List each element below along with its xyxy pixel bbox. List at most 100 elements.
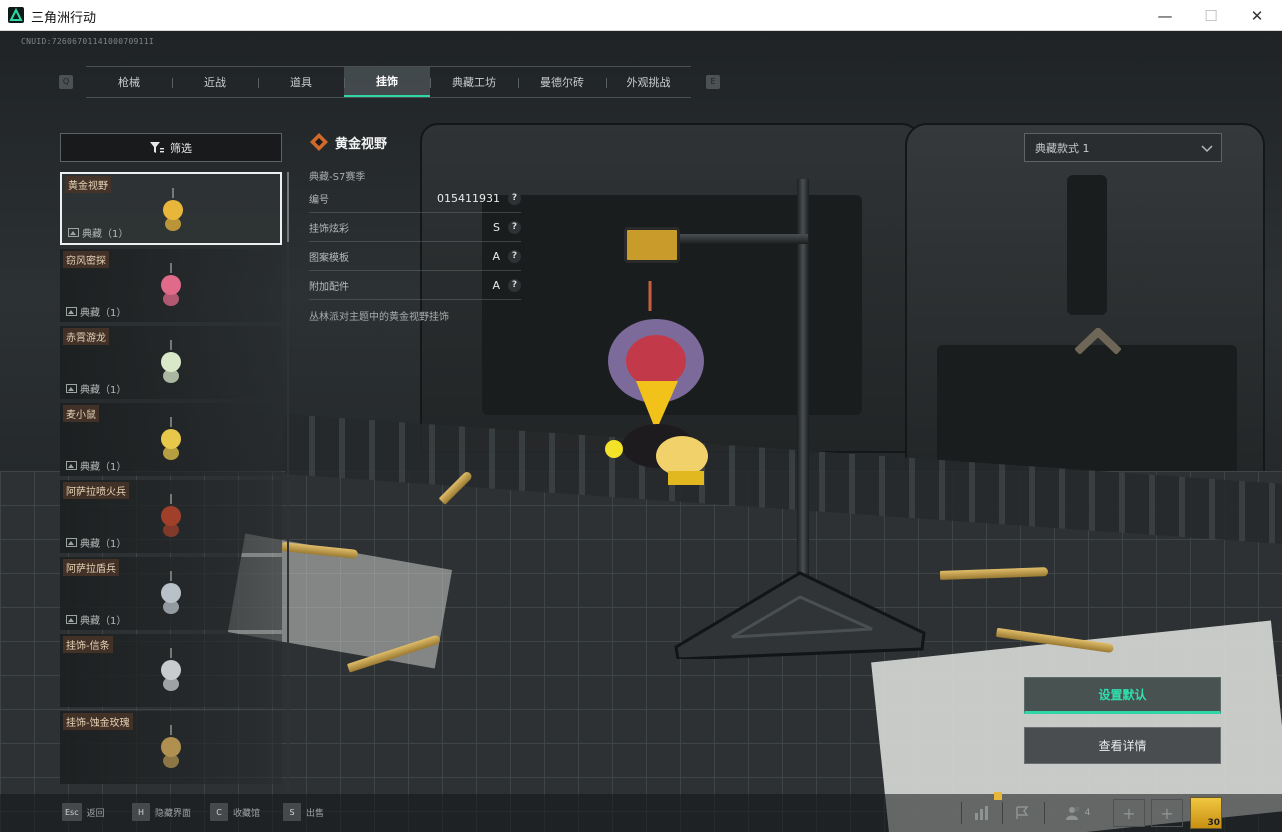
- game-scene: CNUID:7260670114100070911I Q 枪械 近战 道具 挂饰 典藏工…: [0, 31, 1282, 832]
- list-item-name: 挂饰-信条: [63, 636, 113, 653]
- hotkey-hint[interactable]: C 收藏馆: [210, 803, 260, 821]
- info-row-value: 015411931: [437, 191, 500, 205]
- set-default-button[interactable]: 设置默认: [1024, 677, 1221, 714]
- info-row: 附加配件 A?: [309, 271, 521, 300]
- close-button[interactable]: ✕: [1234, 0, 1280, 31]
- tab-6[interactable]: 外观挑战: [606, 67, 691, 97]
- charm-thumbnail-icon: [161, 648, 181, 691]
- info-row-value: A: [492, 278, 500, 292]
- tab-5[interactable]: 曼德尔砖: [518, 67, 606, 97]
- list-item-name: 麦小鼠: [63, 405, 99, 422]
- list-item-tag: 典藏（1）: [66, 458, 126, 473]
- tab-0[interactable]: 枪械: [86, 67, 172, 97]
- tab-1[interactable]: 近战: [172, 67, 258, 97]
- filter-button[interactable]: 筛选: [60, 133, 282, 162]
- charm-thumbnail-icon: [161, 340, 181, 383]
- app-logo-icon: [8, 7, 24, 23]
- charm-info-panel: 黄金视野 典藏-S7赛季 编号 015411931? 挂饰炫彩 S? 图案模板 A? 附加配…: [309, 128, 521, 323]
- list-item[interactable]: 挂饰-信条: [60, 634, 282, 707]
- add-slot-button[interactable]: +: [1113, 799, 1145, 827]
- charm-thumbnail-icon: [161, 417, 181, 460]
- charm-clip: [624, 227, 680, 263]
- list-item[interactable]: 麦小鼠典藏（1）: [60, 403, 282, 476]
- list-item-tag-text: 典藏（1）: [80, 385, 127, 396]
- friends-button[interactable]: 4: [1058, 799, 1098, 827]
- hotkey-label: 返回: [86, 808, 105, 819]
- maximize-button[interactable]: ☐: [1188, 0, 1234, 31]
- avatar-level: 30: [1207, 818, 1220, 828]
- style-select-value: 典藏款式 1: [1035, 141, 1090, 155]
- tab-2[interactable]: 道具: [258, 67, 344, 97]
- image-icon: [66, 538, 77, 547]
- list-item[interactable]: 黄金视野典藏（1）: [60, 172, 282, 245]
- charm-thumbnail-icon: [161, 725, 181, 768]
- tab-4[interactable]: 典藏工坊: [430, 67, 518, 97]
- list-item-tag-text: 典藏（1）: [82, 229, 129, 240]
- info-row-label: 图案模板: [309, 252, 349, 264]
- prev-tab-key[interactable]: Q: [59, 75, 73, 89]
- info-row-value: A: [492, 249, 500, 263]
- image-icon: [66, 461, 77, 470]
- tab-3[interactable]: 挂饰: [344, 67, 430, 97]
- add-slot-button[interactable]: +: [1151, 799, 1183, 827]
- charm-title: 黄金视野: [335, 136, 388, 152]
- filter-label: 筛选: [170, 141, 192, 155]
- list-item-name: 黄金视野: [65, 176, 111, 193]
- golden-vision-charm[interactable]: [598, 281, 728, 486]
- hotkey-key: S: [283, 803, 301, 821]
- list-item-tag: 典藏（1）: [66, 535, 126, 550]
- hotkey-hint[interactable]: H 隐藏界面: [132, 803, 191, 821]
- info-row-label: 附加配件: [309, 281, 349, 293]
- display-stand-arm: [660, 234, 808, 244]
- list-item-tag: 典藏（1）: [68, 225, 128, 240]
- stats-icon[interactable]: [966, 799, 998, 827]
- help-icon[interactable]: ?: [508, 278, 521, 292]
- hotkey-label: 隐藏界面: [155, 808, 192, 819]
- hotkey-label: 出售: [306, 808, 325, 819]
- list-item-tag-text: 典藏（1）: [80, 616, 127, 627]
- info-row: 挂饰炫彩 S?: [309, 213, 521, 242]
- help-icon[interactable]: ?: [508, 220, 521, 234]
- list-item-name: 赤霄游龙: [63, 328, 109, 345]
- info-row-label: 挂饰炫彩: [309, 223, 349, 235]
- next-tab-key[interactable]: E: [706, 75, 720, 89]
- list-item[interactable]: 阿萨拉盾兵典藏（1）: [60, 557, 282, 630]
- bottom-bar: Esc 返回 H 隐藏界面 C 收藏馆 S 出售 4 + + 30: [0, 792, 1282, 832]
- info-row-value: S: [493, 220, 500, 234]
- list-item[interactable]: 窃风密探 典藏（1）: [60, 249, 282, 322]
- list-item-name: 阿萨拉盾兵: [63, 559, 119, 576]
- list-item-name: 挂饰-蚀金玫瑰: [63, 713, 133, 730]
- charm-thumbnail-icon: [161, 263, 181, 306]
- list-scrollbar[interactable]: [287, 172, 289, 796]
- hotkey-label: 收藏馆: [233, 808, 261, 819]
- avatar[interactable]: 30: [1190, 797, 1222, 829]
- flag-icon[interactable]: [1006, 799, 1038, 827]
- minimize-button[interactable]: —: [1142, 0, 1188, 31]
- charm-thumbnail-icon: [161, 571, 181, 614]
- hotkey-key: C: [210, 803, 228, 821]
- hotkey-hint[interactable]: S 出售: [283, 803, 324, 821]
- info-row: 编号 015411931?: [309, 184, 521, 213]
- charm-description: 丛林派对主题中的黄金视野挂饰: [309, 312, 449, 323]
- list-item-name: 阿萨拉喷火兵: [63, 482, 129, 499]
- uid-label: CNUID:7260670114100070911I: [21, 37, 155, 46]
- friends-count: 4: [1084, 808, 1091, 818]
- chevron-up-icon: [1075, 328, 1121, 354]
- list-item-name: 窃风密探: [63, 251, 109, 268]
- list-scrollbar-thumb[interactable]: [287, 172, 289, 242]
- help-icon[interactable]: ?: [508, 191, 521, 205]
- hotkey-hint[interactable]: Esc 返回: [62, 803, 105, 821]
- list-item[interactable]: 阿萨拉喷火兵 典藏（1）: [60, 480, 282, 553]
- image-icon: [66, 384, 77, 393]
- hotkey-key: Esc: [62, 803, 82, 821]
- charm-list: 黄金视野 典藏（1） 窃风密探 典藏（1） 赤霄游龙 典藏（1） 麦小鼠 典藏（1） 阿萨拉喷火…: [60, 172, 284, 796]
- info-row: 图案模板 A?: [309, 242, 521, 271]
- collection-diamond-icon: [310, 133, 328, 151]
- list-item[interactable]: 挂饰-蚀金玫瑰: [60, 711, 282, 784]
- style-select[interactable]: 典藏款式 1: [1024, 133, 1222, 162]
- view-details-button[interactable]: 查看详情: [1024, 727, 1221, 764]
- help-icon[interactable]: ?: [508, 249, 521, 263]
- charm-thumbnail-icon: [161, 494, 181, 537]
- friends-icon: [1065, 806, 1080, 820]
- list-item[interactable]: 赤霄游龙典藏（1）: [60, 326, 282, 399]
